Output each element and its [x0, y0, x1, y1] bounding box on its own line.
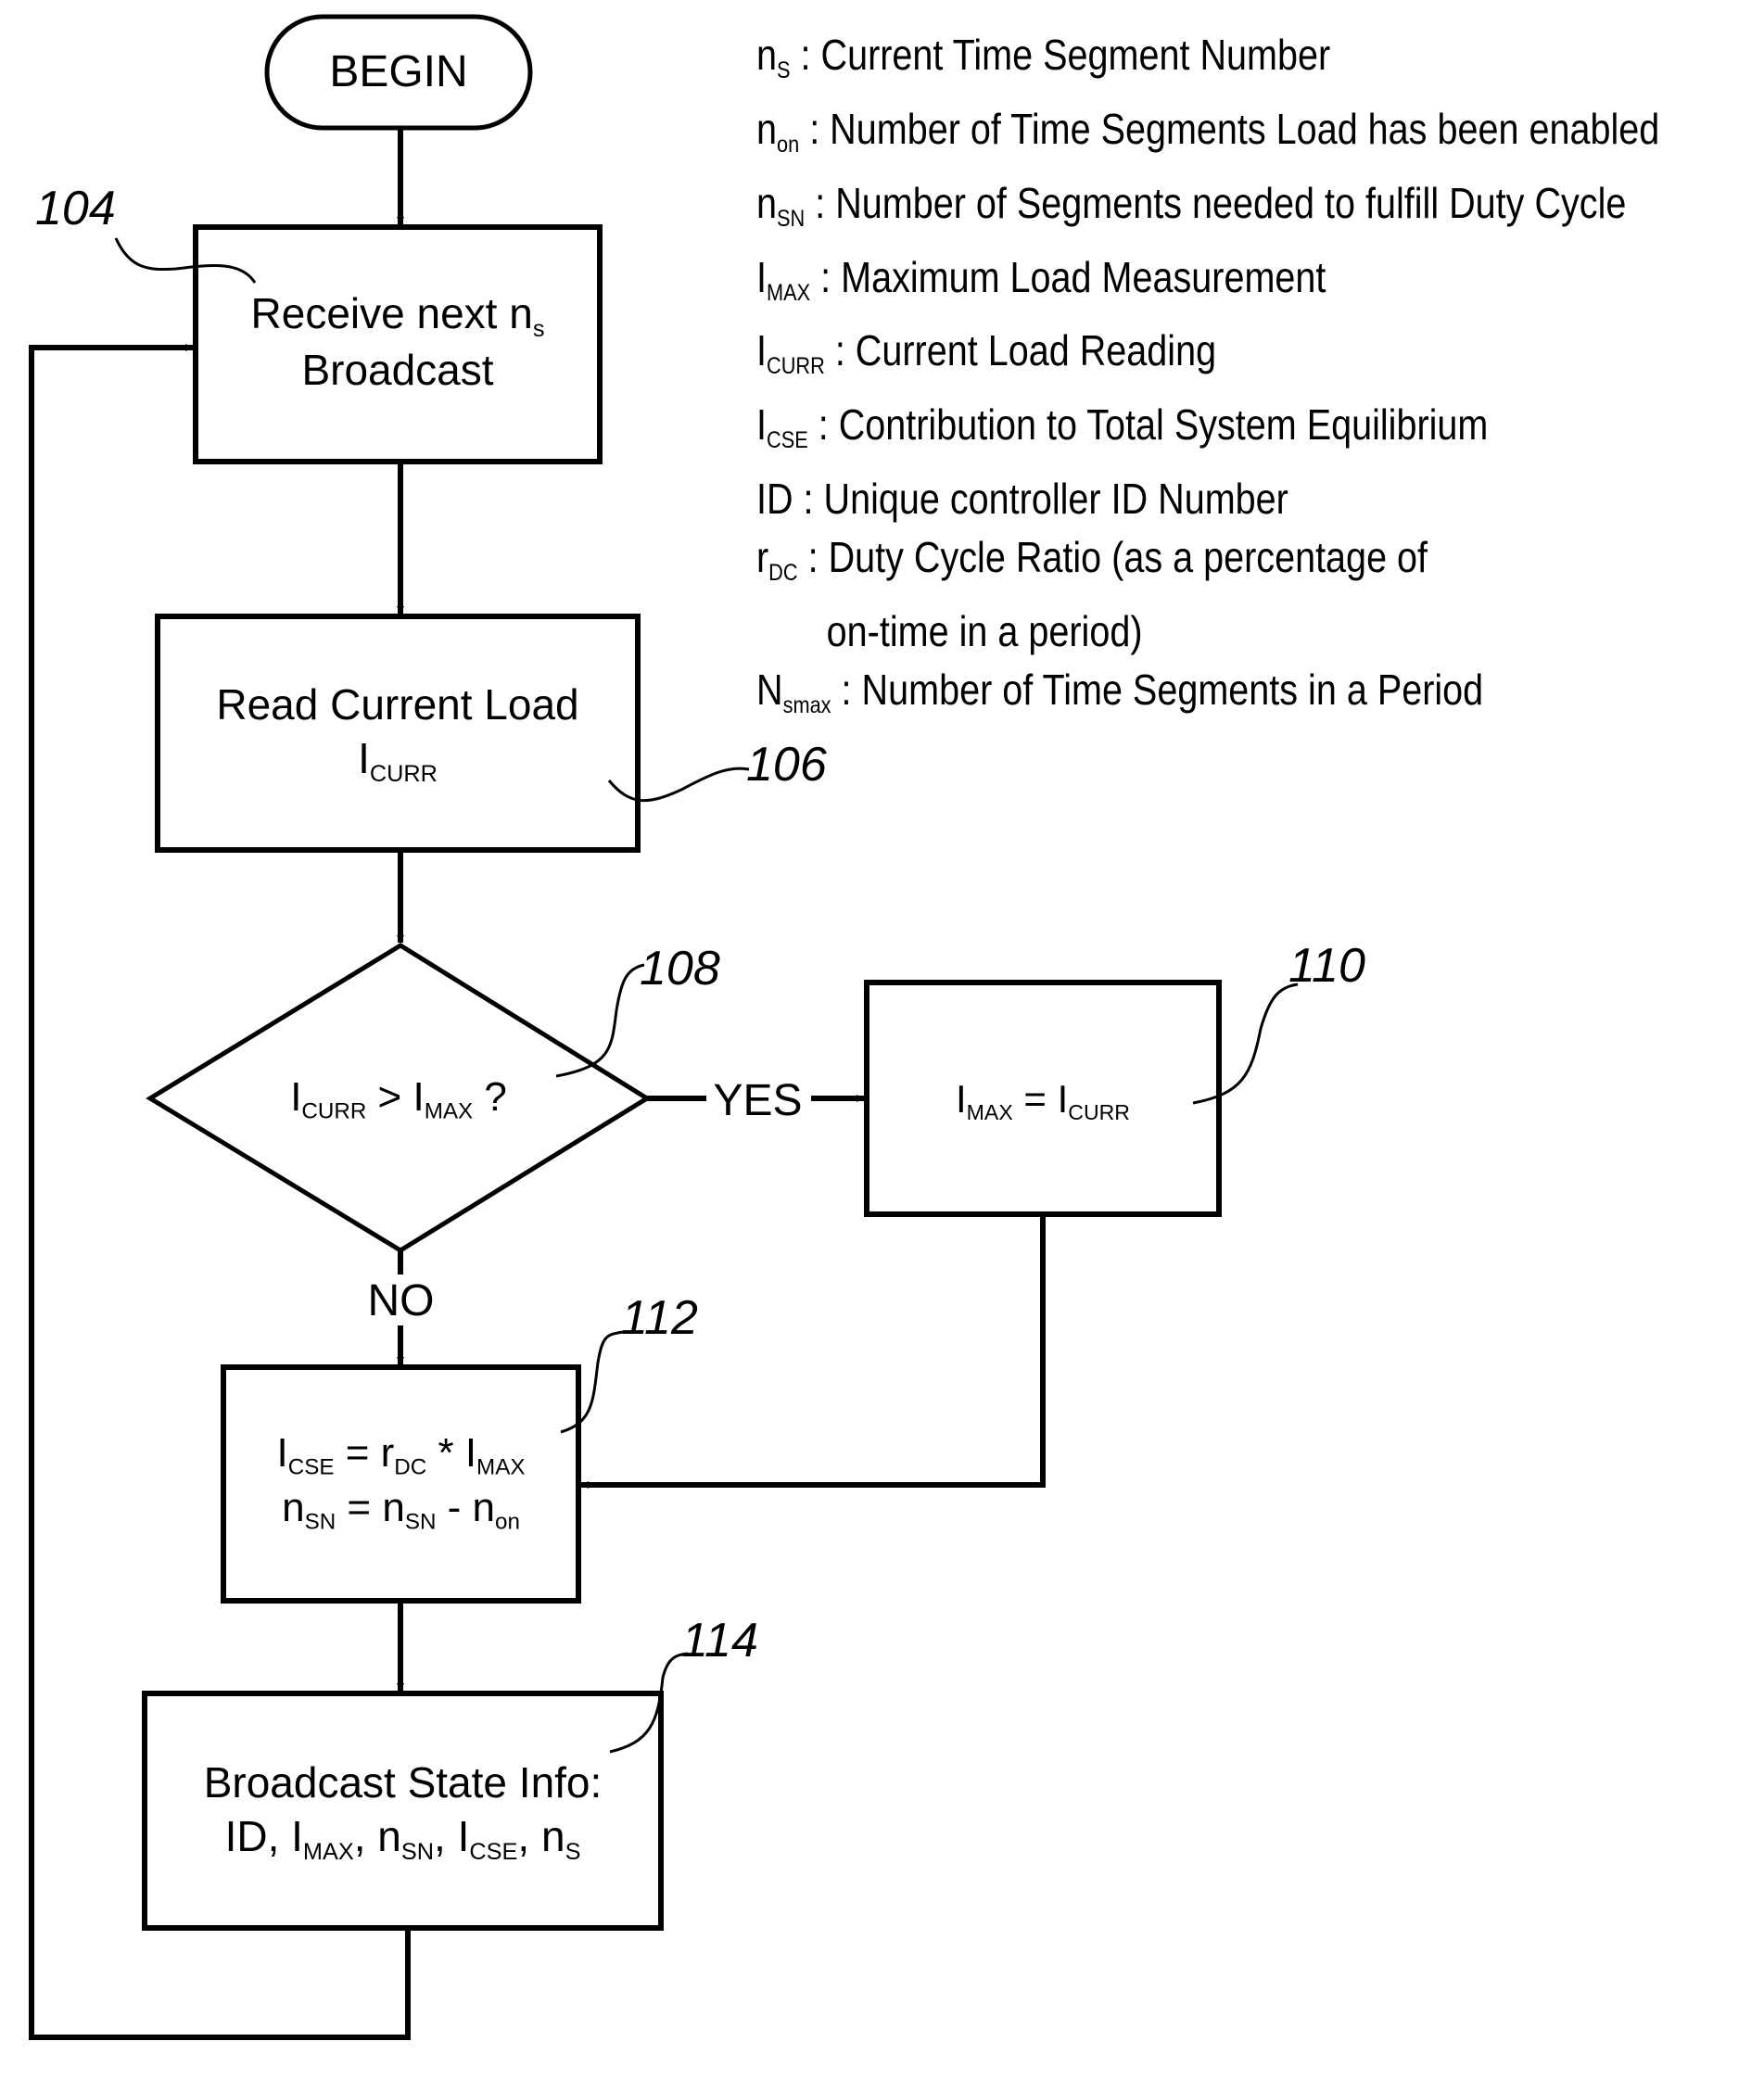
step-112-eq2: nSN = nSN - non [282, 1484, 520, 1535]
legend-item: ICURR : Current Load Reading [756, 322, 1659, 396]
ref-110: 110 [1288, 939, 1365, 993]
state-item-base: , I [434, 1811, 470, 1860]
legend-description: on-time in a period) [826, 606, 1143, 655]
step-104-line2: Broadcast [301, 346, 494, 395]
legend-symbol: r [756, 533, 769, 582]
legend-description: : Contribution to Total System Equilibri… [807, 400, 1489, 450]
ref-112: 112 [621, 1291, 698, 1345]
leader-108 [555, 963, 645, 1078]
state-item-base: , n [353, 1811, 401, 1860]
step-106-line1: Read Current Load [216, 680, 579, 729]
step-104-text: Receive next ns Broadcast [196, 287, 600, 398]
legend-item: rDC : Duty Cycle Ratio (as a percentage … [756, 528, 1659, 602]
legend: nS : Current Time Segment Number non : Nu… [756, 26, 1659, 735]
legend-symbol: I [756, 252, 767, 301]
legend-symbol: n [756, 31, 778, 79]
state-item-base: , n [517, 1811, 565, 1860]
legend-item: nSN : Number of Segments needed to fulfi… [756, 174, 1659, 248]
begin-label: BEGIN [329, 47, 468, 96]
step-114-line1: Broadcast State Info: [203, 1758, 603, 1807]
step-104-line1: Receive next ns [250, 289, 545, 342]
no-label: NO [367, 1276, 435, 1325]
state-item-sub: S [565, 1838, 581, 1865]
ref-104: 104 [35, 182, 116, 235]
ref-108: 108 [640, 942, 720, 995]
leader-114 [609, 1652, 689, 1754]
yes-label: YES [713, 1076, 803, 1125]
legend-description: : Unique controller ID Number [793, 475, 1288, 524]
legend-item: ID : Unique controller ID Number [756, 470, 1659, 528]
leader-104 [114, 237, 257, 284]
legend-symbol-sub: CURR [766, 353, 825, 380]
legend-description: : Number of Segments needed to fulfill D… [805, 178, 1627, 227]
step-114-text: Broadcast State Info: ID, IMAX, nSN, ICS… [145, 1756, 661, 1867]
legend-symbol: n [756, 104, 778, 153]
legend-item: Nsmax : Number of Time Segments in a Per… [756, 661, 1659, 735]
edge-110-112 [581, 1214, 1046, 1489]
ref-106: 106 [746, 738, 827, 792]
legend-symbol-sub: S [777, 57, 791, 83]
ref-114: 114 [681, 1614, 758, 1667]
legend-symbol: N [756, 665, 783, 714]
legend-symbol-sub: SN [777, 205, 806, 232]
legend-symbol: n [756, 178, 778, 227]
legend-item: IMAX : Maximum Load Measurement [756, 248, 1659, 323]
legend-symbol-sub: on [777, 131, 800, 158]
step-110-text: IMAX = ICURR [956, 1077, 1130, 1125]
state-item-base: ID [224, 1811, 268, 1860]
legend-description: : Current Time Segment Number [790, 31, 1331, 79]
legend-symbol: ID [756, 475, 793, 524]
legend-symbol-sub: smax [782, 691, 831, 718]
legend-symbol-sub: CSE [766, 427, 808, 454]
legend-description: : Number of Time Segments in a Period [831, 665, 1484, 714]
legend-symbol: I [756, 400, 767, 450]
step-112-text: ICSE = rDC * IMAX nSN = nSN - non [223, 1427, 578, 1536]
step-114-items: ID, IMAX, nSN, ICSE, nS [145, 1810, 661, 1867]
legend-description: : Current Load Reading [824, 326, 1217, 375]
decision-108-text: ICURR > IMAX ? [290, 1074, 507, 1124]
step-106-var: ICURR [358, 733, 438, 787]
legend-item: on-time in a period) [756, 602, 1659, 661]
legend-symbol-sub: DC [768, 559, 798, 586]
state-item-sub: SN [400, 1838, 435, 1865]
legend-description: : Duty Cycle Ratio (as a percentage of [797, 533, 1428, 582]
legend-symbol-sub: MAX [766, 279, 811, 306]
leader-112 [560, 1330, 624, 1434]
legend-symbol: I [756, 326, 767, 375]
step-112-eq1: ICSE = rDC * IMAX [276, 1430, 526, 1480]
legend-description: : Number of Time Segments Load has been … [799, 104, 1660, 153]
legend-description: : Maximum Load Measurement [810, 252, 1326, 301]
state-item-base: , I [267, 1811, 303, 1860]
legend-item: nS : Current Time Segment Number [756, 26, 1659, 100]
legend-item: non : Number of Time Segments Load has b… [756, 100, 1659, 174]
state-item-sub: MAX [302, 1838, 354, 1865]
step-106-text: Read Current Load ICURR [158, 678, 638, 789]
legend-item: ICSE : Contribution to Total System Equi… [756, 396, 1659, 470]
state-item-sub: CSE [469, 1838, 518, 1865]
